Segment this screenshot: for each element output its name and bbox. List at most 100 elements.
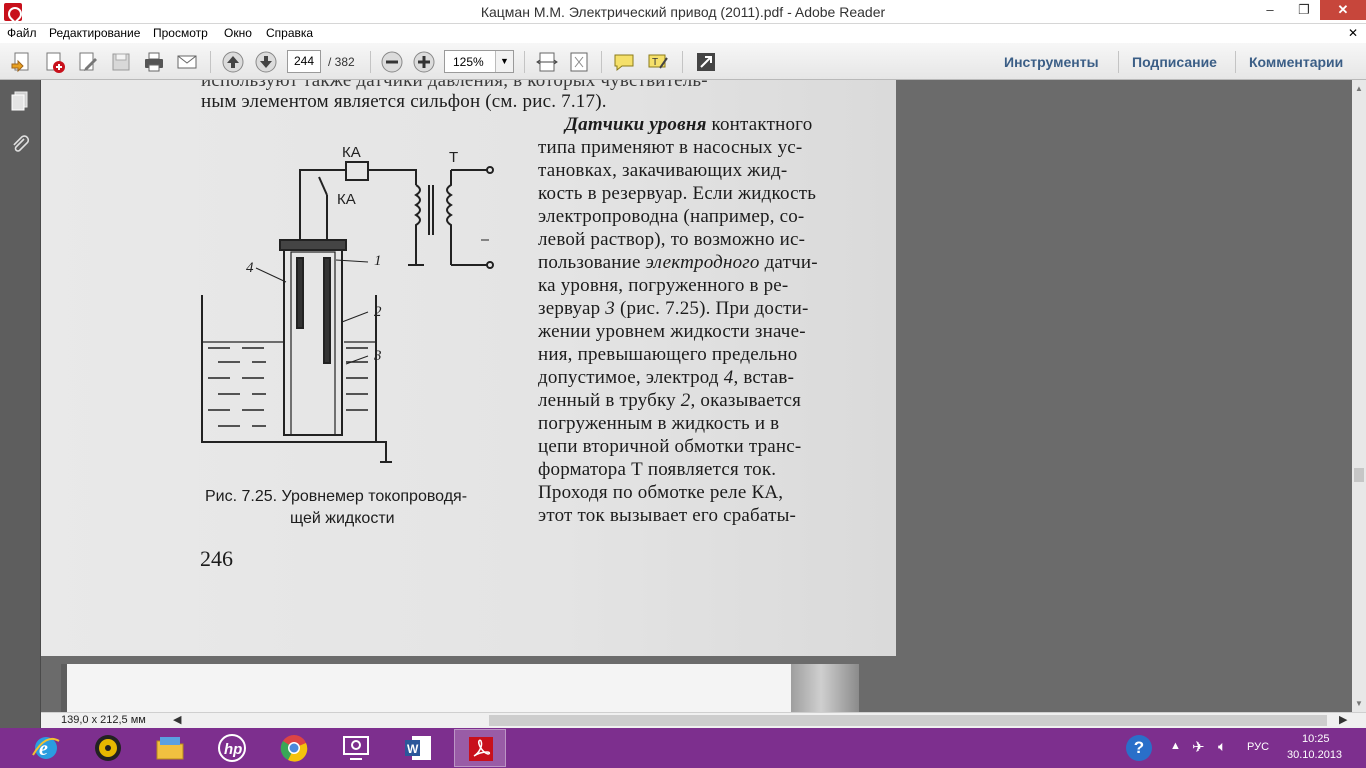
airplane-mode-icon[interactable]: ✈	[1192, 738, 1205, 756]
next-page-icon[interactable]	[254, 50, 278, 74]
highlight-icon[interactable]: T	[646, 50, 670, 74]
adobe-reader-task-icon[interactable]	[454, 729, 506, 767]
text-line: кость в резервуар. Если жидкость	[538, 183, 817, 204]
menu-help[interactable]: Справка	[266, 26, 313, 40]
volume-icon[interactable]: 🔈︎	[1218, 738, 1226, 755]
scroll-down-icon[interactable]: ▼	[1355, 699, 1363, 708]
figure-callout-2: 2	[374, 304, 382, 320]
toolbar-separator	[601, 51, 602, 73]
text-line: электропроводна (например, со-	[538, 206, 805, 227]
navigation-pane	[0, 80, 41, 728]
text-fragment: пользование	[538, 252, 641, 273]
text-line: погруженным в жидкость и в	[538, 413, 780, 434]
figure-label-ka: КА	[337, 191, 356, 208]
page-number-input[interactable]: 244	[287, 50, 321, 73]
scroll-left-icon[interactable]: ◀	[173, 713, 181, 726]
clock-date[interactable]: 30.10.2013	[1287, 749, 1342, 761]
close-document-button[interactable]: ✕	[1348, 26, 1358, 40]
title-bar: Кацман М.М. Электрический привод (2011).…	[0, 0, 1366, 24]
text-line: ния, превышающего предельно	[538, 344, 798, 365]
window-title: Кацман М.М. Электрический привод (2011).…	[480, 4, 886, 20]
taskbar: e hp W ? ▲ ✈ 🔈︎ РУС 10:25 30.10.2013	[0, 728, 1366, 768]
text-fragment: допустимое, электрод	[538, 367, 719, 388]
remote-desktop-icon[interactable]	[330, 729, 382, 767]
fit-width-icon[interactable]	[535, 50, 559, 74]
internet-explorer-icon[interactable]: e	[20, 729, 72, 767]
chevron-down-icon[interactable]: ▼	[495, 51, 513, 72]
word-icon[interactable]: W	[392, 729, 444, 767]
text-line: ка уровня, погруженного в ре-	[538, 275, 789, 296]
toolbar: 244 / 382 125% ▼ T Инструменты Подписани…	[0, 43, 1366, 80]
text-fragment: датчи-	[764, 252, 818, 273]
create-pdf-icon[interactable]	[10, 50, 34, 74]
save-icon[interactable]	[109, 50, 133, 74]
text-line: цепи вторичной обмотки транс-	[538, 436, 802, 457]
sticky-note-icon[interactable]	[612, 50, 636, 74]
menu-edit[interactable]: Редактирование	[49, 26, 140, 40]
document-viewport[interactable]: используют также датчики давления, в кот…	[41, 80, 1352, 712]
text-fragment: электродного	[645, 252, 760, 273]
tab-sign[interactable]: Подписание	[1132, 54, 1217, 70]
show-hidden-icons-icon[interactable]: ▲	[1170, 740, 1181, 752]
email-icon[interactable]	[175, 50, 199, 74]
attachments-icon[interactable]	[9, 134, 31, 156]
svg-text:W: W	[407, 742, 419, 756]
text-fragment: 4	[723, 367, 734, 388]
text-line: ленный в трубку 2, оказывается	[538, 390, 801, 412]
print-icon[interactable]	[142, 50, 166, 74]
clock-time[interactable]: 10:25	[1302, 733, 1330, 745]
text-fragment: 3	[605, 298, 615, 319]
hp-icon[interactable]: hp	[206, 729, 258, 767]
language-indicator[interactable]: РУС	[1247, 741, 1269, 753]
text-line: жении уровнем жидкости значе-	[538, 321, 806, 342]
pdf-page: используют также датчики давления, в кот…	[41, 80, 896, 656]
fit-page-icon[interactable]	[567, 50, 591, 74]
close-button[interactable]: ✕	[1320, 0, 1366, 20]
menu-file[interactable]: Файл	[7, 26, 37, 40]
horizontal-scrollbar-thumb[interactable]	[489, 715, 1327, 726]
edit-icon[interactable]	[76, 50, 100, 74]
text-line: Датчики уровня контактного	[565, 114, 812, 136]
page-thumbnails-icon[interactable]	[9, 90, 31, 112]
minimize-button[interactable]: –	[1256, 0, 1284, 20]
tab-tools[interactable]: Инструменты	[1004, 54, 1099, 70]
media-player-icon[interactable]	[82, 729, 134, 767]
next-pdf-page	[61, 664, 859, 712]
figure-label-t: Т	[449, 149, 458, 166]
text-line: ным элементом является сильфон (см. рис.…	[201, 91, 607, 112]
scrollbar-thumb[interactable]	[1354, 468, 1364, 482]
menu-view[interactable]: Просмотр	[153, 26, 208, 40]
menu-window[interactable]: Окно	[224, 26, 252, 40]
zoom-out-icon[interactable]	[380, 50, 404, 74]
text-fragment: (рис. 7.25). При дости-	[619, 298, 809, 319]
previous-page-icon[interactable]	[221, 50, 245, 74]
file-explorer-icon[interactable]	[144, 729, 196, 767]
text-fragment: , встав-	[733, 367, 795, 388]
chrome-icon[interactable]	[268, 729, 320, 767]
zoom-value: 125%	[453, 55, 484, 69]
help-icon[interactable]: ?	[1126, 735, 1152, 761]
heading-level-sensors: Датчики уровня	[565, 114, 707, 135]
toolbar-separator	[370, 51, 371, 73]
figure-callout-4: 4	[246, 260, 254, 276]
text-fragment: ленный в трубку	[538, 390, 676, 411]
scroll-up-icon[interactable]: ▲	[1355, 84, 1363, 93]
create-pdf-red-icon[interactable]	[43, 50, 67, 74]
text-line: тановках, закачивающих жид-	[538, 160, 788, 181]
page-dimensions: 139,0 x 212,5 мм	[61, 714, 146, 726]
vertical-scrollbar[interactable]: ▲ ▼	[1352, 80, 1366, 712]
zoom-in-icon[interactable]	[412, 50, 436, 74]
zoom-select[interactable]: 125% ▼	[444, 50, 514, 73]
text-fragment: контактного	[711, 114, 813, 135]
maximize-button[interactable]: ❐	[1290, 0, 1318, 20]
menu-bar: Файл Редактирование Просмотр Окно Справк…	[0, 24, 1366, 43]
text-line: форматора Т появляется ток.	[538, 459, 777, 480]
tab-comments[interactable]: Комментарии	[1249, 54, 1343, 70]
status-bar: 139,0 x 212,5 мм ◀ ▶	[41, 712, 1366, 728]
text-line: пользование электродного датчи-	[538, 252, 818, 274]
text-line: Проходя по обмотке реле КА,	[538, 482, 784, 503]
fullscreen-icon[interactable]	[694, 50, 718, 74]
figure-caption: щей жидкости	[290, 510, 395, 527]
scroll-right-icon[interactable]: ▶	[1339, 713, 1347, 726]
text-line: этот ток вызывает его срабаты-	[538, 505, 797, 526]
